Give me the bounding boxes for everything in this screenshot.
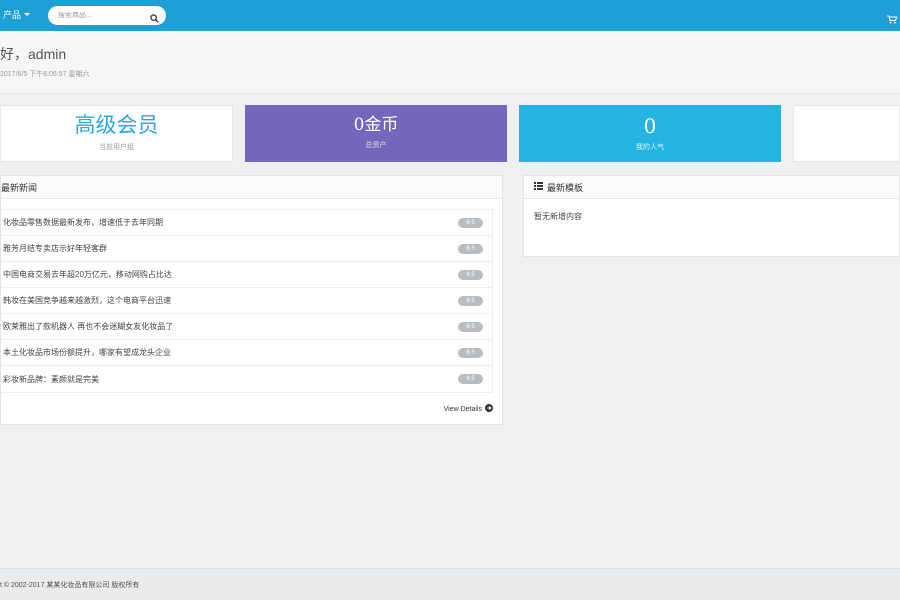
search-icon[interactable] — [150, 10, 159, 28]
search-box — [48, 6, 166, 25]
shopping-cart-icon[interactable] — [887, 11, 898, 29]
news-panel-heading: 最新新闻 — [1, 176, 502, 199]
search-input[interactable] — [58, 12, 146, 19]
stat-label: 总资产 — [365, 142, 387, 149]
stat-value: 高级会员 — [74, 113, 159, 137]
view-details-link[interactable]: View Details — [444, 404, 493, 414]
date-badge: 6.5 — [458, 374, 483, 384]
top-navbar: 产品 — [0, 0, 900, 31]
caret-down-icon — [24, 13, 31, 16]
news-title[interactable]: 化妆品零售数据最新发布，增速低于去年同期 — [3, 217, 163, 228]
list-item[interactable]: 中国电商交易去年超20万亿元，移动网购占比达 6.5 — [1, 262, 492, 288]
stat-label: 我的人气 — [636, 143, 664, 151]
greeting-section: 好，admin 2017/6/5 下午6:06:57 星期六 — [0, 31, 900, 94]
list-icon — [534, 182, 543, 192]
templates-panel-heading: 最新模板 — [524, 176, 899, 199]
date-badge: 6.5 — [458, 295, 483, 306]
stat-card-empty — [793, 105, 900, 162]
list-item[interactable]: 彩妆新品牌：素颜就是完美 6.5 — [1, 366, 492, 392]
news-title[interactable]: 本土化妆品市场份额提升，哪家有望成龙头企业 — [3, 347, 171, 358]
stat-card-user-group: 高级会员 当前用户组 — [0, 105, 233, 162]
list-item[interactable]: 雅芳月结专卖店示好年轻客群 6.5 — [1, 236, 492, 262]
stat-card-assets: 0金币 总资产 — [245, 105, 507, 162]
list-item[interactable]: 欧莱雅出了款机器人 再也不会迷糊女友化妆品了 6.5 — [1, 314, 492, 340]
news-title[interactable]: 韩妆在美国竞争越来越激烈，这个电商平台迅速 — [3, 295, 171, 306]
greeting-text: 好，admin — [0, 46, 67, 62]
date-badge: 6.5 — [458, 269, 483, 280]
stat-label: 当前用户组 — [99, 144, 134, 151]
list-item[interactable]: 化妆品零售数据最新发布，增速低于去年同期 6.5 — [1, 210, 492, 236]
stat-value: 0 — [643, 113, 657, 138]
list-item[interactable]: 本土化妆品市场份额提升，哪家有望成龙头企业 6.5 — [1, 340, 492, 366]
copyright-text: t © 2002-2017 某某化妆品有限公司 版权所有 — [0, 581, 140, 589]
current-datetime: 2017/6/5 下午6:06:57 星期六 — [0, 71, 90, 78]
stat-card-popularity: 0 我的人气 — [519, 105, 781, 162]
date-badge: 6.5 — [458, 243, 483, 254]
stat-value: 0金币 — [353, 115, 399, 135]
news-title[interactable]: 欧莱雅出了款机器人 再也不会迷糊女友化妆品了 — [3, 321, 173, 332]
news-list: 化妆品零售数据最新发布，增速低于去年同期 6.5 雅芳月结专卖店示好年轻客群 6… — [1, 209, 493, 393]
list-item[interactable]: 韩妆在美国竞争越来越激烈，这个电商平台迅速 6.5 — [1, 288, 492, 314]
product-menu-label: 产品 — [3, 10, 22, 20]
view-details-label: View Details — [443, 405, 482, 413]
date-badge: 6.5 — [458, 347, 483, 358]
templates-panel: 最新模板 暂无新增内容 — [523, 175, 900, 257]
news-panel-title: 最新新闻 — [1, 182, 38, 193]
news-title[interactable]: 彩妆新品牌：素颜就是完美 — [3, 374, 99, 385]
news-title[interactable]: 中国电商交易去年超20万亿元，移动网购占比达 — [3, 269, 172, 280]
templates-empty-text: 暂无新增内容 — [534, 212, 582, 221]
news-panel: 最新新闻 化妆品零售数据最新发布，增速低于去年同期 6.5 雅芳月结专卖店示好年… — [0, 175, 503, 425]
templates-panel-title: 最新模板 — [547, 182, 584, 193]
product-menu[interactable]: 产品 — [3, 8, 31, 21]
date-badge: 6.5 — [458, 321, 483, 332]
date-badge: 6.5 — [458, 217, 483, 228]
arrow-circle-right-icon — [485, 404, 493, 414]
news-title[interactable]: 雅芳月结专卖店示好年轻客群 — [3, 243, 107, 254]
footer: t © 2002-2017 某某化妆品有限公司 版权所有 — [0, 568, 900, 600]
